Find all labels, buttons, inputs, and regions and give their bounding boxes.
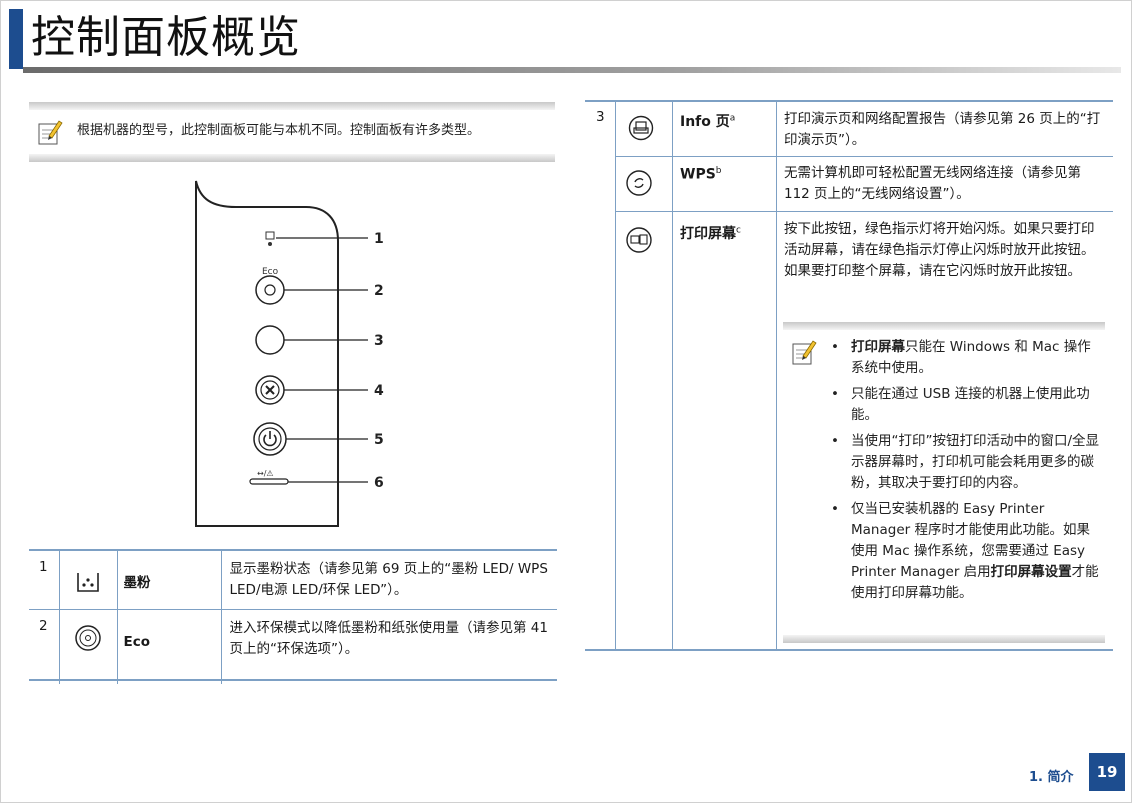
footer-section[interactable]: 1. 简介 (1029, 766, 1074, 785)
toner-icon (77, 573, 99, 592)
title-rule (23, 67, 1121, 73)
note-pencil-icon (792, 340, 817, 365)
title-accent-bar (9, 9, 23, 69)
page-number: 19 (1089, 753, 1125, 791)
right-table-col-divider (672, 102, 673, 649)
callout-5: 5 (374, 432, 384, 448)
right-note-bullets: 打印屏幕只能在 Windows 和 Mac 操作系统中使用。 只能在通过 USB… (831, 337, 1103, 609)
row-number: 1 (39, 559, 48, 575)
right-row-number: 3 (596, 109, 605, 125)
print-screen-desc: 按下此按钮，绿色指示灯将开始闪烁。如果只要打印活动屏幕，请在绿色指示灯停止闪烁时… (784, 221, 1095, 279)
note-pencil-icon (38, 120, 63, 145)
info-page-desc: 打印演示页和网络配置报告（请参见第 26 页上的“打印演示页”）。 (784, 111, 1101, 148)
right-table-bottom-rule (585, 649, 1113, 651)
left-table: 1 墨粉 显示墨粉状态（请参见第 69 页上的“墨粉 LED/ WPS LED/… (29, 551, 557, 684)
row-desc: 进入环保模式以降低墨粉和纸张使用量（请参见第 41 页上的“环保选项”）。 (220, 609, 557, 684)
left-note-text: 根据机器的型号，此控制面板可能与本机不同。控制面板有许多类型。 (77, 123, 481, 138)
eco-button[interactable] (255, 275, 285, 305)
list-item: 仅当已安装机器的 Easy Printer Manager 程序时才能使用此功能… (831, 499, 1103, 604)
right-table-col-divider (776, 102, 777, 649)
status-led-icon: ↔/⚠ (257, 469, 274, 478)
callout-2: 2 (374, 283, 384, 299)
info-page-name: Info 页a (680, 113, 736, 130)
wps-desc: 无需计算机即可轻松配置无线网络连接（请参见第 112 页上的“无线网络设置”）。 (784, 165, 1081, 202)
control-panel-illustration: Eco ↔/⚠ 1 2 3 4 5 6 (195, 180, 384, 527)
list-item: 当使用“打印”按钮打印活动中的窗口/全显示器屏幕时，打印机可能会耗用更多的碳粉，… (831, 431, 1103, 494)
right-table-row-rule (615, 211, 1113, 212)
table-row: 1 墨粉 显示墨粉状态（请参见第 69 页上的“墨粉 LED/ WPS LED/… (29, 551, 557, 610)
info-page-icon (628, 115, 654, 141)
page-title: 控制面板概览 (31, 12, 301, 63)
right-table-top-rule (585, 100, 1113, 102)
left-note: 根据机器的型号，此控制面板可能与本机不同。控制面板有许多类型。 (29, 102, 555, 162)
page: 控制面板概览 根据机器的型号，此控制面板可能与本机不同。控制面板有许多类型。 E… (0, 0, 1132, 803)
callout-3: 3 (374, 333, 384, 349)
table-row: 2 Eco 进入环保模式以降低墨粉和纸张使用量（请参见第 41 页上的“环保选项… (29, 609, 557, 684)
right-table-col-divider (615, 102, 616, 649)
callout-6: 6 (374, 475, 384, 491)
wps-name: WPSb (680, 166, 722, 183)
print-screen-icon (626, 227, 652, 253)
wps-icon (626, 170, 652, 196)
callout-4: 4 (374, 383, 384, 399)
callout-1: 1 (374, 231, 384, 247)
right-table-row-rule (615, 156, 1113, 157)
row-number: 2 (39, 618, 48, 634)
status-led-bar (249, 478, 289, 485)
list-item: 打印屏幕只能在 Windows 和 Mac 操作系统中使用。 (831, 337, 1103, 379)
row-desc: 显示墨粉状态（请参见第 69 页上的“墨粉 LED/ WPS LED/电源 LE… (220, 551, 557, 610)
list-item: 只能在通过 USB 连接的机器上使用此功能。 (831, 384, 1103, 426)
blank-button[interactable] (255, 325, 285, 355)
left-table-bottom-rule (29, 679, 557, 681)
row-name: Eco (116, 609, 221, 684)
print-screen-name: 打印屏幕c (680, 225, 741, 242)
row-name: 墨粉 (116, 551, 221, 610)
eco-icon (75, 625, 101, 651)
